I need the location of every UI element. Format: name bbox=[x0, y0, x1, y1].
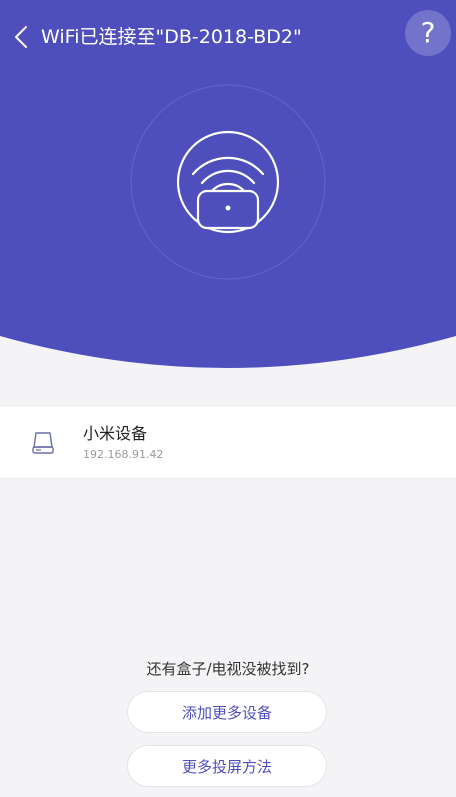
wifi-tv-icon bbox=[130, 84, 326, 280]
wifi-screen-graphic bbox=[128, 82, 328, 282]
screen: WiFi已连接至"DB-2018-BD2" ? 小米设备 192.168.91.… bbox=[0, 0, 456, 797]
back-arrow-icon[interactable] bbox=[12, 24, 32, 50]
help-label: ? bbox=[420, 16, 436, 49]
device-list-item[interactable]: 小米设备 192.168.91.42 bbox=[0, 405, 456, 479]
add-more-devices-button[interactable]: 添加更多设备 bbox=[127, 691, 327, 733]
device-ip: 192.168.91.42 bbox=[83, 448, 164, 461]
tv-box-icon bbox=[32, 432, 54, 454]
hero-header: WiFi已连接至"DB-2018-BD2" ? bbox=[0, 0, 456, 368]
device-name: 小米设备 bbox=[83, 424, 148, 443]
help-button[interactable]: ? bbox=[405, 10, 451, 56]
page-title: WiFi已连接至"DB-2018-BD2" bbox=[41, 26, 302, 48]
not-found-text: 还有盒子/电视没被找到? bbox=[146, 660, 310, 678]
more-casting-methods-button[interactable]: 更多投屏方法 bbox=[127, 745, 327, 787]
